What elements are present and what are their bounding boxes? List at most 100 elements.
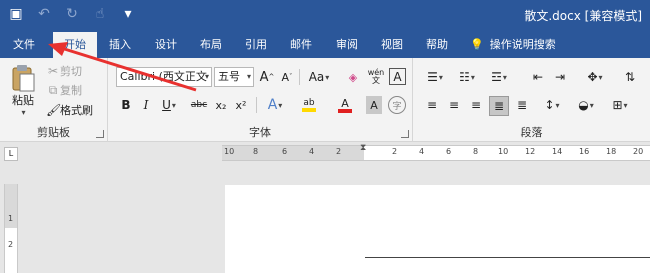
- line-spacing-icon: ↕: [544, 98, 555, 112]
- distributed-icon[interactable]: ≣: [513, 96, 531, 114]
- borders-button[interactable]: ⊞ ▾: [607, 96, 633, 114]
- font-size-dropdown-icon[interactable]: ▾: [247, 68, 251, 86]
- ruler-number: 14: [552, 147, 563, 156]
- paste-dropdown-icon[interactable]: ▾: [21, 108, 25, 117]
- font-color-button[interactable]: A: [332, 96, 358, 114]
- vertical-ruler[interactable]: 1 2: [4, 184, 18, 273]
- font-separator: [299, 69, 300, 85]
- align-center-icon[interactable]: ≡: [445, 96, 463, 114]
- font-size-value: 五号: [218, 70, 240, 83]
- cut-button[interactable]: ✂ 剪切: [46, 63, 82, 79]
- align-left-icon[interactable]: ≡: [423, 96, 441, 114]
- clipboard-label: 剪贴板: [37, 126, 70, 139]
- highlight-button[interactable]: ab: [296, 96, 322, 114]
- ribbon-tabs: 文件 开始 插入 设计 布局 引用 邮件 审阅 视图 帮助 💡 操作说明搜索: [0, 32, 650, 58]
- ruler-number: 10: [224, 147, 235, 156]
- tab-review[interactable]: 审阅: [328, 32, 366, 58]
- font-size-combo[interactable]: 五号 ▾: [214, 67, 254, 87]
- copy-icon: ⧉: [48, 83, 58, 97]
- document-page[interactable]: [225, 185, 650, 273]
- strikethrough-button[interactable]: abc: [188, 96, 210, 114]
- save-icon[interactable]: ▣: [8, 6, 24, 22]
- char-shading-button[interactable]: A: [366, 96, 382, 114]
- paste-button[interactable]: 粘贴 ▾: [6, 62, 40, 118]
- copy-button[interactable]: ⧉ 复制: [46, 82, 82, 98]
- paint-bucket-icon: ◒: [578, 98, 589, 112]
- ruler-number: 4: [419, 147, 425, 156]
- align-right-icon[interactable]: ≡: [467, 96, 485, 114]
- tab-layout[interactable]: 布局: [192, 32, 230, 58]
- clipboard-launcher-icon[interactable]: [96, 130, 104, 138]
- font-name-value: Calibri (西文正文: [120, 70, 207, 83]
- underline-button[interactable]: U ▾: [158, 96, 180, 114]
- bullets-icon: ☰: [427, 70, 438, 84]
- numbering-button[interactable]: ☷ ▾: [453, 68, 481, 86]
- line-spacing-button[interactable]: ↕ ▾: [539, 96, 565, 114]
- increase-indent-icon[interactable]: ⇥: [551, 68, 569, 86]
- highlight-swatch: [302, 108, 316, 112]
- format-painter-button[interactable]: 🖌 格式刷: [46, 102, 93, 118]
- tab-design[interactable]: 设计: [147, 32, 185, 58]
- tell-me-search[interactable]: 💡 操作说明搜索: [470, 32, 570, 58]
- tab-insert[interactable]: 插入: [101, 32, 139, 58]
- ribbon: 粘贴 ▾ ✂ 剪切 ⧉ 复制 🖌 格式刷 剪贴板 Calibri (西文正文 ▾ 五号…: [0, 58, 650, 142]
- touch-mode-icon[interactable]: ☝: [92, 6, 108, 22]
- undo-icon[interactable]: ↶: [36, 6, 52, 22]
- bold-button[interactable]: B: [118, 96, 134, 114]
- subscript-button[interactable]: x₂: [212, 96, 230, 114]
- ruler-number: 18: [606, 147, 617, 156]
- change-case-icon: Aa: [308, 70, 325, 84]
- ruler-number: 20: [633, 147, 644, 156]
- clear-format-icon[interactable]: ◈: [344, 68, 362, 86]
- tab-mailings[interactable]: 邮件: [282, 32, 320, 58]
- font-name-combo[interactable]: Calibri (西文正文 ▾: [116, 67, 212, 87]
- paragraph-group: ☰ ▾ ☷ ▾ ☲ ▾ ⇤ ⇥ ✥ ▾ ⇅ ≡ ≡ ≡ ≣ ≣ ↕ ▾ ◒ ▾ ⊞ ▾ 段落: [413, 58, 650, 142]
- change-case-button[interactable]: Aa ▾: [306, 68, 332, 86]
- multilevel-list-button[interactable]: ☲ ▾: [485, 68, 513, 86]
- clipboard-group: 粘贴 ▾ ✂ 剪切 ⧉ 复制 🖌 格式刷 剪贴板: [0, 58, 108, 142]
- chinese-layout-icon: ✥: [587, 70, 598, 84]
- tell-me-label: 操作说明搜索: [489, 38, 556, 51]
- superscript-button[interactable]: x²: [232, 96, 250, 114]
- redo-icon[interactable]: ↻: [64, 6, 80, 22]
- ruler-number: 8: [473, 147, 479, 156]
- phonetic-guide-button[interactable]: wén 文: [366, 68, 386, 86]
- enclose-char-button[interactable]: 字: [388, 96, 406, 114]
- brush-icon: 🖌: [46, 103, 62, 117]
- cut-label: 剪切: [60, 65, 82, 78]
- tab-file[interactable]: 文件: [0, 32, 48, 58]
- scissors-icon: ✂: [47, 64, 59, 78]
- ruler-number: 16: [579, 147, 590, 156]
- bullets-button[interactable]: ☰ ▾: [421, 68, 449, 86]
- font-name-dropdown-icon[interactable]: ▾: [205, 68, 209, 86]
- decrease-indent-icon[interactable]: ⇤: [529, 68, 547, 86]
- customize-icon[interactable]: ▾: [120, 6, 136, 22]
- paste-label: 粘贴: [12, 93, 34, 107]
- font-launcher-icon[interactable]: [401, 130, 409, 138]
- paste-icon: [12, 64, 35, 91]
- ruler-number: 12: [525, 147, 536, 156]
- shrink-font-icon: A: [281, 70, 290, 84]
- sort-icon[interactable]: ⇅: [621, 68, 639, 86]
- tab-selector-icon[interactable]: L: [4, 147, 18, 161]
- grow-font-button[interactable]: A ^: [259, 68, 275, 86]
- font-color-icon: A: [341, 96, 349, 110]
- tab-home[interactable]: 开始: [53, 32, 97, 58]
- shading-button[interactable]: ◒ ▾: [573, 96, 599, 114]
- indent-marker-icon[interactable]: ⧗: [360, 143, 366, 153]
- char-border-icon: A: [393, 69, 402, 84]
- italic-button[interactable]: I: [138, 96, 154, 114]
- justify-icon[interactable]: ≣: [489, 96, 509, 116]
- char-border-button[interactable]: A: [389, 68, 406, 85]
- shrink-font-button[interactable]: Aˇ: [279, 68, 295, 86]
- copy-label: 复制: [60, 84, 82, 97]
- horizontal-ruler[interactable]: 10 8 6 4 2 ⧗ 2 4 6 8 10 12 14 16 18 20: [222, 143, 650, 161]
- tab-view[interactable]: 视图: [373, 32, 411, 58]
- text-effects-button[interactable]: A ▾: [264, 96, 286, 114]
- ruler-margin: [222, 146, 364, 160]
- tab-references[interactable]: 引用: [237, 32, 275, 58]
- font-separator-2: [256, 97, 257, 113]
- multilevel-list-icon: ☲: [491, 70, 502, 84]
- tab-help[interactable]: 帮助: [418, 32, 456, 58]
- chinese-layout-button[interactable]: ✥ ▾: [581, 68, 609, 86]
